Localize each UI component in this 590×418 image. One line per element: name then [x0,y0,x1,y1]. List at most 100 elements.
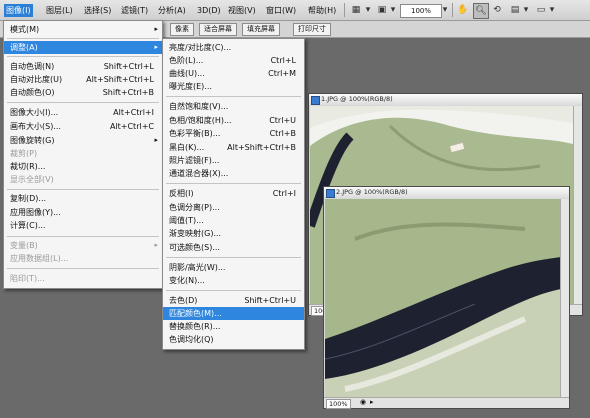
screen-mode-icon[interactable]: ▣ [376,3,388,17]
menu-item-label: 可选颜色(S)... [169,243,220,252]
chevron-right-icon[interactable]: ▸ [370,398,374,406]
menu-separator [166,183,301,184]
image-menu-item[interactable]: 应用图像(Y)... [4,206,162,219]
menu-item-label: 调整(A) [10,43,38,52]
fill-screen-button[interactable]: 填充屏幕 [242,23,280,36]
menu-window[interactable]: 窗口(W) [264,4,298,17]
adjust-menu-item[interactable]: 色调分离(P)... [163,201,304,214]
chevron-down-icon[interactable]: ▾ [522,3,530,17]
image-menu-item[interactable]: 画布大小(S)... Alt+Ctrl+C [4,120,162,133]
image-menu-item[interactable]: 显示全部(V) [4,173,162,186]
screen-layout-icon[interactable]: ▭ [534,3,548,17]
vertical-scrollbar[interactable] [573,106,582,304]
menu-item-shortcut: Alt+Shift+Ctrl+L [86,75,154,84]
image-menu-item[interactable]: 模式(M) ▸ [4,23,162,36]
image-menu-item[interactable]: 陷印(T)... [4,272,162,285]
menu-item-label: 阴影/高光(W)... [169,263,226,272]
menu-item-shortcut: Alt+Ctrl+I [113,108,154,117]
image-menu-item[interactable]: 自动颜色(O) Shift+Ctrl+B [4,86,162,99]
image-menu-item[interactable]: 计算(C)... [4,219,162,232]
menu-item-label: 色彩平衡(B)... [169,129,221,138]
menu-image[interactable]: 图像(I) [4,4,33,17]
menu-view[interactable]: 视图(V) [226,4,258,17]
menu-item-label: 应用图像(Y)... [10,208,61,217]
menu-help[interactable]: 帮助(H) [306,4,338,17]
image-menu-item[interactable]: 裁切(R)... [4,160,162,173]
menu-filter[interactable]: 滤镜(T) [119,4,150,17]
zoom-tool-icon[interactable]: 🔍︎ [473,3,489,19]
adjust-menu-item[interactable]: 去色(D) Shift+Ctrl+U [163,294,304,307]
vertical-scrollbar[interactable] [560,199,569,397]
adjust-menu-item[interactable]: 自然饱和度(V)... [163,100,304,113]
fit-screen-button[interactable]: 适合屏幕 [199,23,237,36]
chevron-down-icon[interactable]: ▾ [364,3,372,17]
document-title-bar[interactable]: 1.JPG @ 100%(RGB/8) [309,94,582,105]
image-menu-item[interactable]: 裁剪(P) [4,147,162,160]
adjust-menu-item[interactable]: 通道混合器(X)... [163,167,304,180]
adjust-menu-item[interactable]: 渐变映射(G)... [163,227,304,240]
menu-item-label: 陷印(T)... [10,274,45,283]
chevron-down-icon[interactable]: ▾ [389,3,397,17]
menu-item-label: 曲线(U)... [169,69,205,78]
menu-item-label: 裁切(R)... [10,162,46,171]
arrange-documents-icon[interactable]: ▤ [508,3,522,17]
rotate-view-icon[interactable]: ⟲ [490,3,504,17]
adjust-menu-item-match-color[interactable]: 匹配颜色(M)... [163,307,304,320]
image-menu-item[interactable]: 变量(B) ▸ [4,239,162,252]
image-menu-item[interactable]: 复制(D)... [4,192,162,205]
menu-select[interactable]: 选择(S) [82,4,113,17]
adjust-menu-item[interactable]: 变化(N)... [163,274,304,287]
menu-3d[interactable]: 3D(D) [195,4,223,17]
menu-item-label: 色阶(L)... [169,56,204,65]
image-menu-item[interactable]: 图像旋转(G) ▸ [4,134,162,147]
adjust-menu-item[interactable]: 曝光度(E)... [163,80,304,93]
hand-tool-icon[interactable]: ✋ [456,3,470,17]
bridge-icon[interactable]: ▦ [350,3,362,17]
adjust-menu-item[interactable]: 照片滤镜(F)... [163,154,304,167]
menu-item-label: 替换颜色(R)... [169,322,221,331]
image-menu-item[interactable]: 自动对比度(U) Alt+Shift+Ctrl+L [4,73,162,86]
image-canvas[interactable] [325,199,560,397]
adjust-menu-item[interactable]: 可选颜色(S)... [163,241,304,254]
adjust-menu-item[interactable]: 阈值(T)... [163,214,304,227]
menu-item-shortcut: Alt+Ctrl+C [109,122,154,131]
chevron-down-icon[interactable]: ▾ [441,3,449,17]
adjust-menu-item[interactable]: 色相/饱和度(H)... Ctrl+U [163,114,304,127]
image-menu-item-adjust[interactable]: 调整(A) ▸ [4,41,162,54]
menu-separator [7,189,159,190]
menu-separator [166,96,301,97]
document-icon [326,189,335,198]
document-title-bar[interactable]: 2.JPG @ 100%(RGB/8) [324,187,569,198]
menu-analysis[interactable]: 分析(A) [156,4,188,17]
image-menu-item[interactable]: 应用数据组(L)... [4,252,162,265]
adjust-menu-item[interactable]: 色彩平衡(B)... Ctrl+B [163,127,304,140]
status-menu-icon[interactable]: ◉ [360,398,366,406]
zoom-readout[interactable]: 100% [326,399,351,409]
adjust-menu-item[interactable]: 亮度/对比度(C)... [163,41,304,54]
document-window-2[interactable]: 2.JPG @ 100%(RGB/8) 100% ◉ ▸ [323,186,570,409]
menu-item-shortcut: Ctrl+I [272,189,296,198]
adjust-menu-item[interactable]: 黑白(K)... Alt+Shift+Ctrl+B [163,141,304,154]
menu-item-label: 自然饱和度(V)... [169,102,229,111]
adjust-menu-item[interactable]: 曲线(U)... Ctrl+M [163,67,304,80]
zoom-level-field[interactable]: 100% [400,4,442,18]
menu-layer[interactable]: 图层(L) [44,4,75,17]
adjust-menu-item[interactable]: 色阶(L)... Ctrl+L [163,54,304,67]
menu-item-label: 去色(D) [169,296,198,305]
menu-item-label: 照片滤镜(F)... [169,156,220,165]
adjustments-submenu: 亮度/对比度(C)... 色阶(L)... Ctrl+L 曲线(U)... Ctrl… [162,38,305,350]
chevron-right-icon: ▸ [154,25,158,33]
menu-item-label: 亮度/对比度(C)... [169,43,232,52]
menu-item-label: 复制(D)... [10,194,47,203]
adjust-menu-item[interactable]: 阴影/高光(W)... [163,261,304,274]
adjust-menu-item[interactable]: 色调均化(Q) [163,333,304,346]
image-menu-item[interactable]: 图像大小(I)... Alt+Ctrl+I [4,106,162,119]
chevron-down-icon[interactable]: ▾ [548,3,556,17]
print-size-button[interactable]: 打印尺寸 [293,23,331,36]
actual-pixels-button[interactable]: 像素 [170,23,194,36]
adjust-menu-item[interactable]: 替换颜色(R)... [163,320,304,333]
menu-separator [7,236,159,237]
menu-item-label: 通道混合器(X)... [169,169,229,178]
image-menu-item[interactable]: 自动色调(N) Shift+Ctrl+L [4,60,162,73]
adjust-menu-item[interactable]: 反相(I) Ctrl+I [163,187,304,200]
